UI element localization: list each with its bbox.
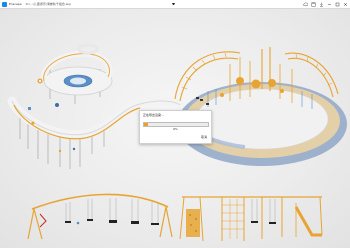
cancel-button[interactable]: 取消	[200, 135, 208, 140]
export-icon[interactable]	[319, 2, 324, 7]
app-name: Enscape	[9, 1, 22, 6]
combo-climber-set	[179, 196, 323, 242]
swing-set	[27, 193, 173, 240]
cloud-icon[interactable]	[303, 2, 308, 7]
spiral-slide-structure	[7, 43, 185, 169]
minimize-icon[interactable]	[327, 2, 332, 7]
progress-bar-fill	[144, 123, 148, 126]
maximize-icon[interactable]	[335, 2, 340, 7]
circular-play-area	[174, 47, 347, 166]
close-icon[interactable]	[343, 2, 348, 7]
dialog-title: 正在导出渲染...	[143, 113, 164, 117]
window-icon[interactable]	[311, 2, 316, 7]
title-bar: Enscape D:\...\儿童游乐\滑梯秋千组合.skp	[0, 0, 350, 9]
render-viewport[interactable]: 正在导出渲染... 6% 取消	[0, 9, 350, 248]
enscape-logo-icon	[2, 1, 7, 7]
export-progress-dialog: 正在导出渲染... 6% 取消	[139, 110, 212, 144]
window-controls	[303, 1, 348, 8]
dropdown-marker-icon[interactable]	[172, 3, 175, 6]
document-path: D:\...\儿童游乐\滑梯秋千组合.skp	[25, 1, 71, 6]
progress-percent: 6%	[173, 127, 178, 131]
